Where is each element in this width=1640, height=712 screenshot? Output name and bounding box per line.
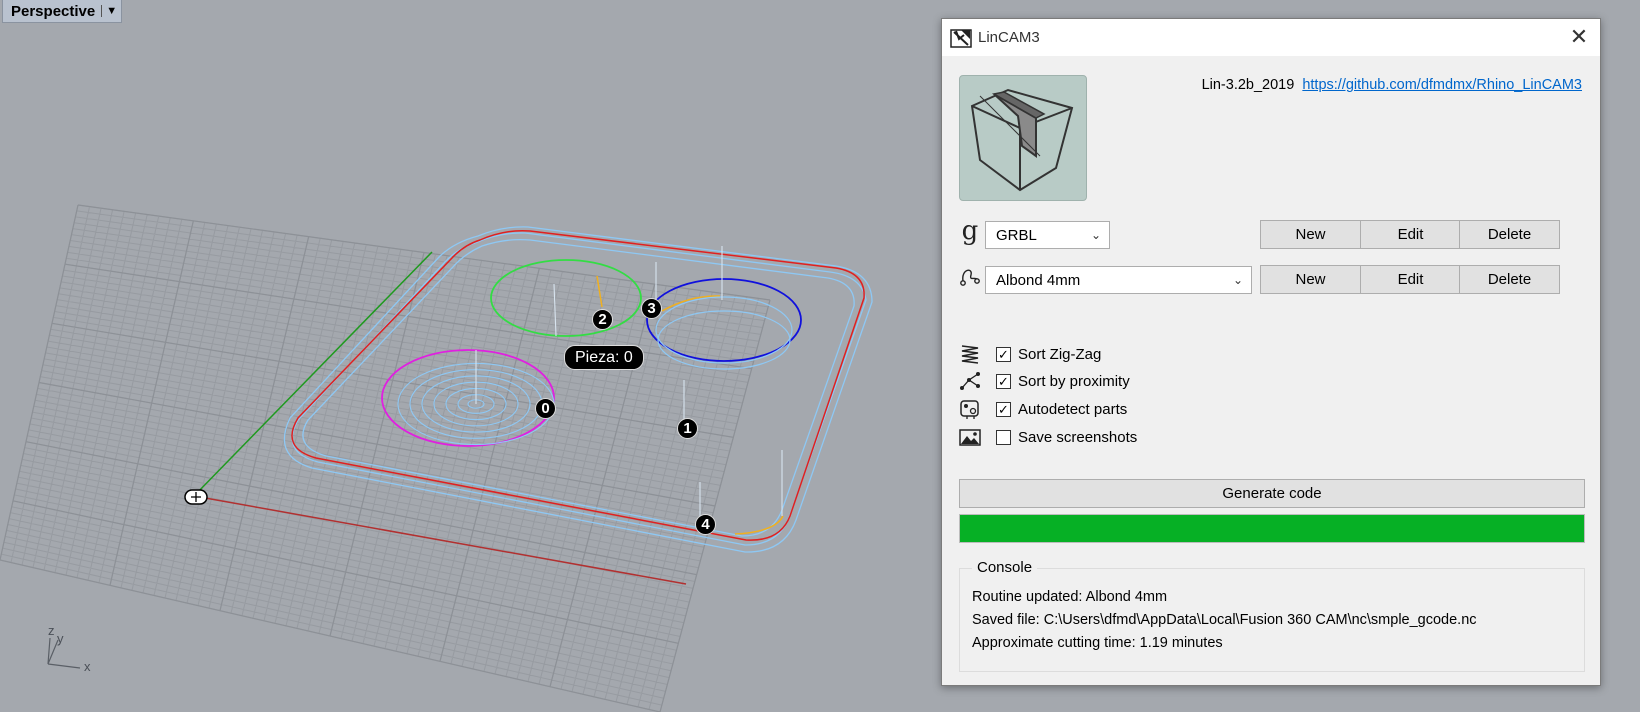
part-marker: 0 bbox=[535, 398, 556, 419]
lincam-logo-image bbox=[959, 75, 1087, 201]
dialog-title: LinCAM3 bbox=[978, 29, 1040, 46]
checkbox[interactable]: ✓ bbox=[996, 401, 1011, 417]
lead-in-segment bbox=[734, 515, 784, 535]
part-marker: 1 bbox=[677, 418, 698, 439]
console-group: Console Routine updated: Albond 4mm Save… bbox=[959, 559, 1585, 672]
routine-edit-button[interactable]: Edit bbox=[1360, 265, 1461, 294]
routine-select-value: Albond 4mm bbox=[996, 271, 1081, 289]
part-outline bbox=[291, 229, 865, 541]
checkbox[interactable]: ✓ bbox=[996, 373, 1011, 389]
option-autodetect-parts[interactable]: ✓ Autodetect parts bbox=[959, 398, 1127, 420]
version-info: Lin-3.2b_2019 https://github.com/dfmdmx/… bbox=[1202, 77, 1582, 93]
machine-delete-button[interactable]: Delete bbox=[1459, 220, 1560, 249]
progress-bar bbox=[959, 514, 1585, 543]
routine-select[interactable]: Albond 4mm ⌄ bbox=[985, 266, 1252, 294]
console-line: Approximate cutting time: 1.19 minutes bbox=[972, 635, 1223, 651]
machine-row: g bbox=[959, 216, 981, 246]
zigzag-icon bbox=[961, 345, 979, 364]
plunge-line bbox=[553, 283, 557, 337]
axis-z-label: z bbox=[48, 623, 55, 638]
chevron-down-icon[interactable]: ▼ bbox=[101, 5, 117, 17]
progress-fill bbox=[960, 515, 1584, 542]
lincam-dialog: LinCAM3 ✕ Lin-3.2b_2019 https://github.c… bbox=[941, 18, 1601, 686]
routine-delete-button[interactable]: Delete bbox=[1459, 265, 1560, 294]
proximity-icon bbox=[960, 372, 980, 390]
blue-circle-pocket bbox=[655, 296, 793, 364]
x-axis-line bbox=[193, 495, 687, 585]
repo-link[interactable]: https://github.com/dfmdmx/Rhino_LinCAM3 bbox=[1302, 77, 1582, 93]
blue-circle bbox=[646, 278, 802, 362]
chevron-down-icon: ⌄ bbox=[1232, 273, 1243, 287]
axis-gizmo bbox=[47, 637, 81, 669]
screenshot-icon bbox=[959, 429, 981, 446]
machine-select-value: GRBL bbox=[996, 226, 1037, 244]
routine-row bbox=[959, 261, 981, 291]
g-code-icon: g bbox=[961, 216, 979, 246]
parts-icon bbox=[960, 400, 979, 419]
toolpath-icon bbox=[960, 269, 980, 286]
part-marker: 4 bbox=[695, 514, 716, 535]
option-label: Autodetect parts bbox=[1018, 400, 1128, 418]
title-bar[interactable]: LinCAM3 ✕ bbox=[942, 19, 1600, 56]
machine-new-button[interactable]: New bbox=[1260, 220, 1361, 249]
grid-minor-lines bbox=[0, 204, 771, 712]
checkbox[interactable] bbox=[996, 429, 1011, 445]
option-label: Sort by proximity bbox=[1018, 372, 1130, 390]
routine-new-button[interactable]: New bbox=[1260, 265, 1361, 294]
part-marker: 2 bbox=[592, 309, 613, 330]
checkbox[interactable]: ✓ bbox=[996, 346, 1011, 362]
piece-label: Pieza: 0 bbox=[564, 345, 644, 370]
viewport-label[interactable]: Perspective ▼ bbox=[2, 0, 123, 23]
toolpath-inner bbox=[302, 238, 855, 537]
machine-edit-button[interactable]: Edit bbox=[1360, 220, 1461, 249]
axis-x-label: x bbox=[84, 659, 91, 674]
option-label: Save screenshots bbox=[1018, 428, 1138, 446]
viewport-title: Perspective bbox=[11, 2, 96, 20]
option-sort-zigzag[interactable]: ✓ Sort Zig-Zag bbox=[959, 343, 1101, 365]
lead-in-segment bbox=[596, 275, 603, 308]
generate-code-button[interactable]: Generate code bbox=[959, 479, 1585, 508]
part-marker: 3 bbox=[641, 298, 662, 319]
option-save-screenshots[interactable]: Save screenshots bbox=[959, 426, 1137, 448]
console-line: Saved file: C:\Users\dfmd\AppData\Local\… bbox=[972, 612, 1477, 628]
option-sort-proximity[interactable]: ✓ Sort by proximity bbox=[959, 370, 1130, 392]
machine-select[interactable]: GRBL ⌄ bbox=[985, 221, 1110, 249]
axis-y-label: y bbox=[57, 631, 64, 646]
version-text: Lin-3.2b_2019 bbox=[1201, 77, 1295, 93]
lincam-logo-icon bbox=[950, 28, 972, 48]
console-line: Routine updated: Albond 4mm bbox=[972, 589, 1168, 605]
chevron-down-icon: ⌄ bbox=[1090, 228, 1101, 242]
option-label: Sort Zig-Zag bbox=[1018, 345, 1102, 363]
console-legend: Console bbox=[972, 559, 1038, 576]
close-icon[interactable]: ✕ bbox=[1568, 24, 1590, 49]
